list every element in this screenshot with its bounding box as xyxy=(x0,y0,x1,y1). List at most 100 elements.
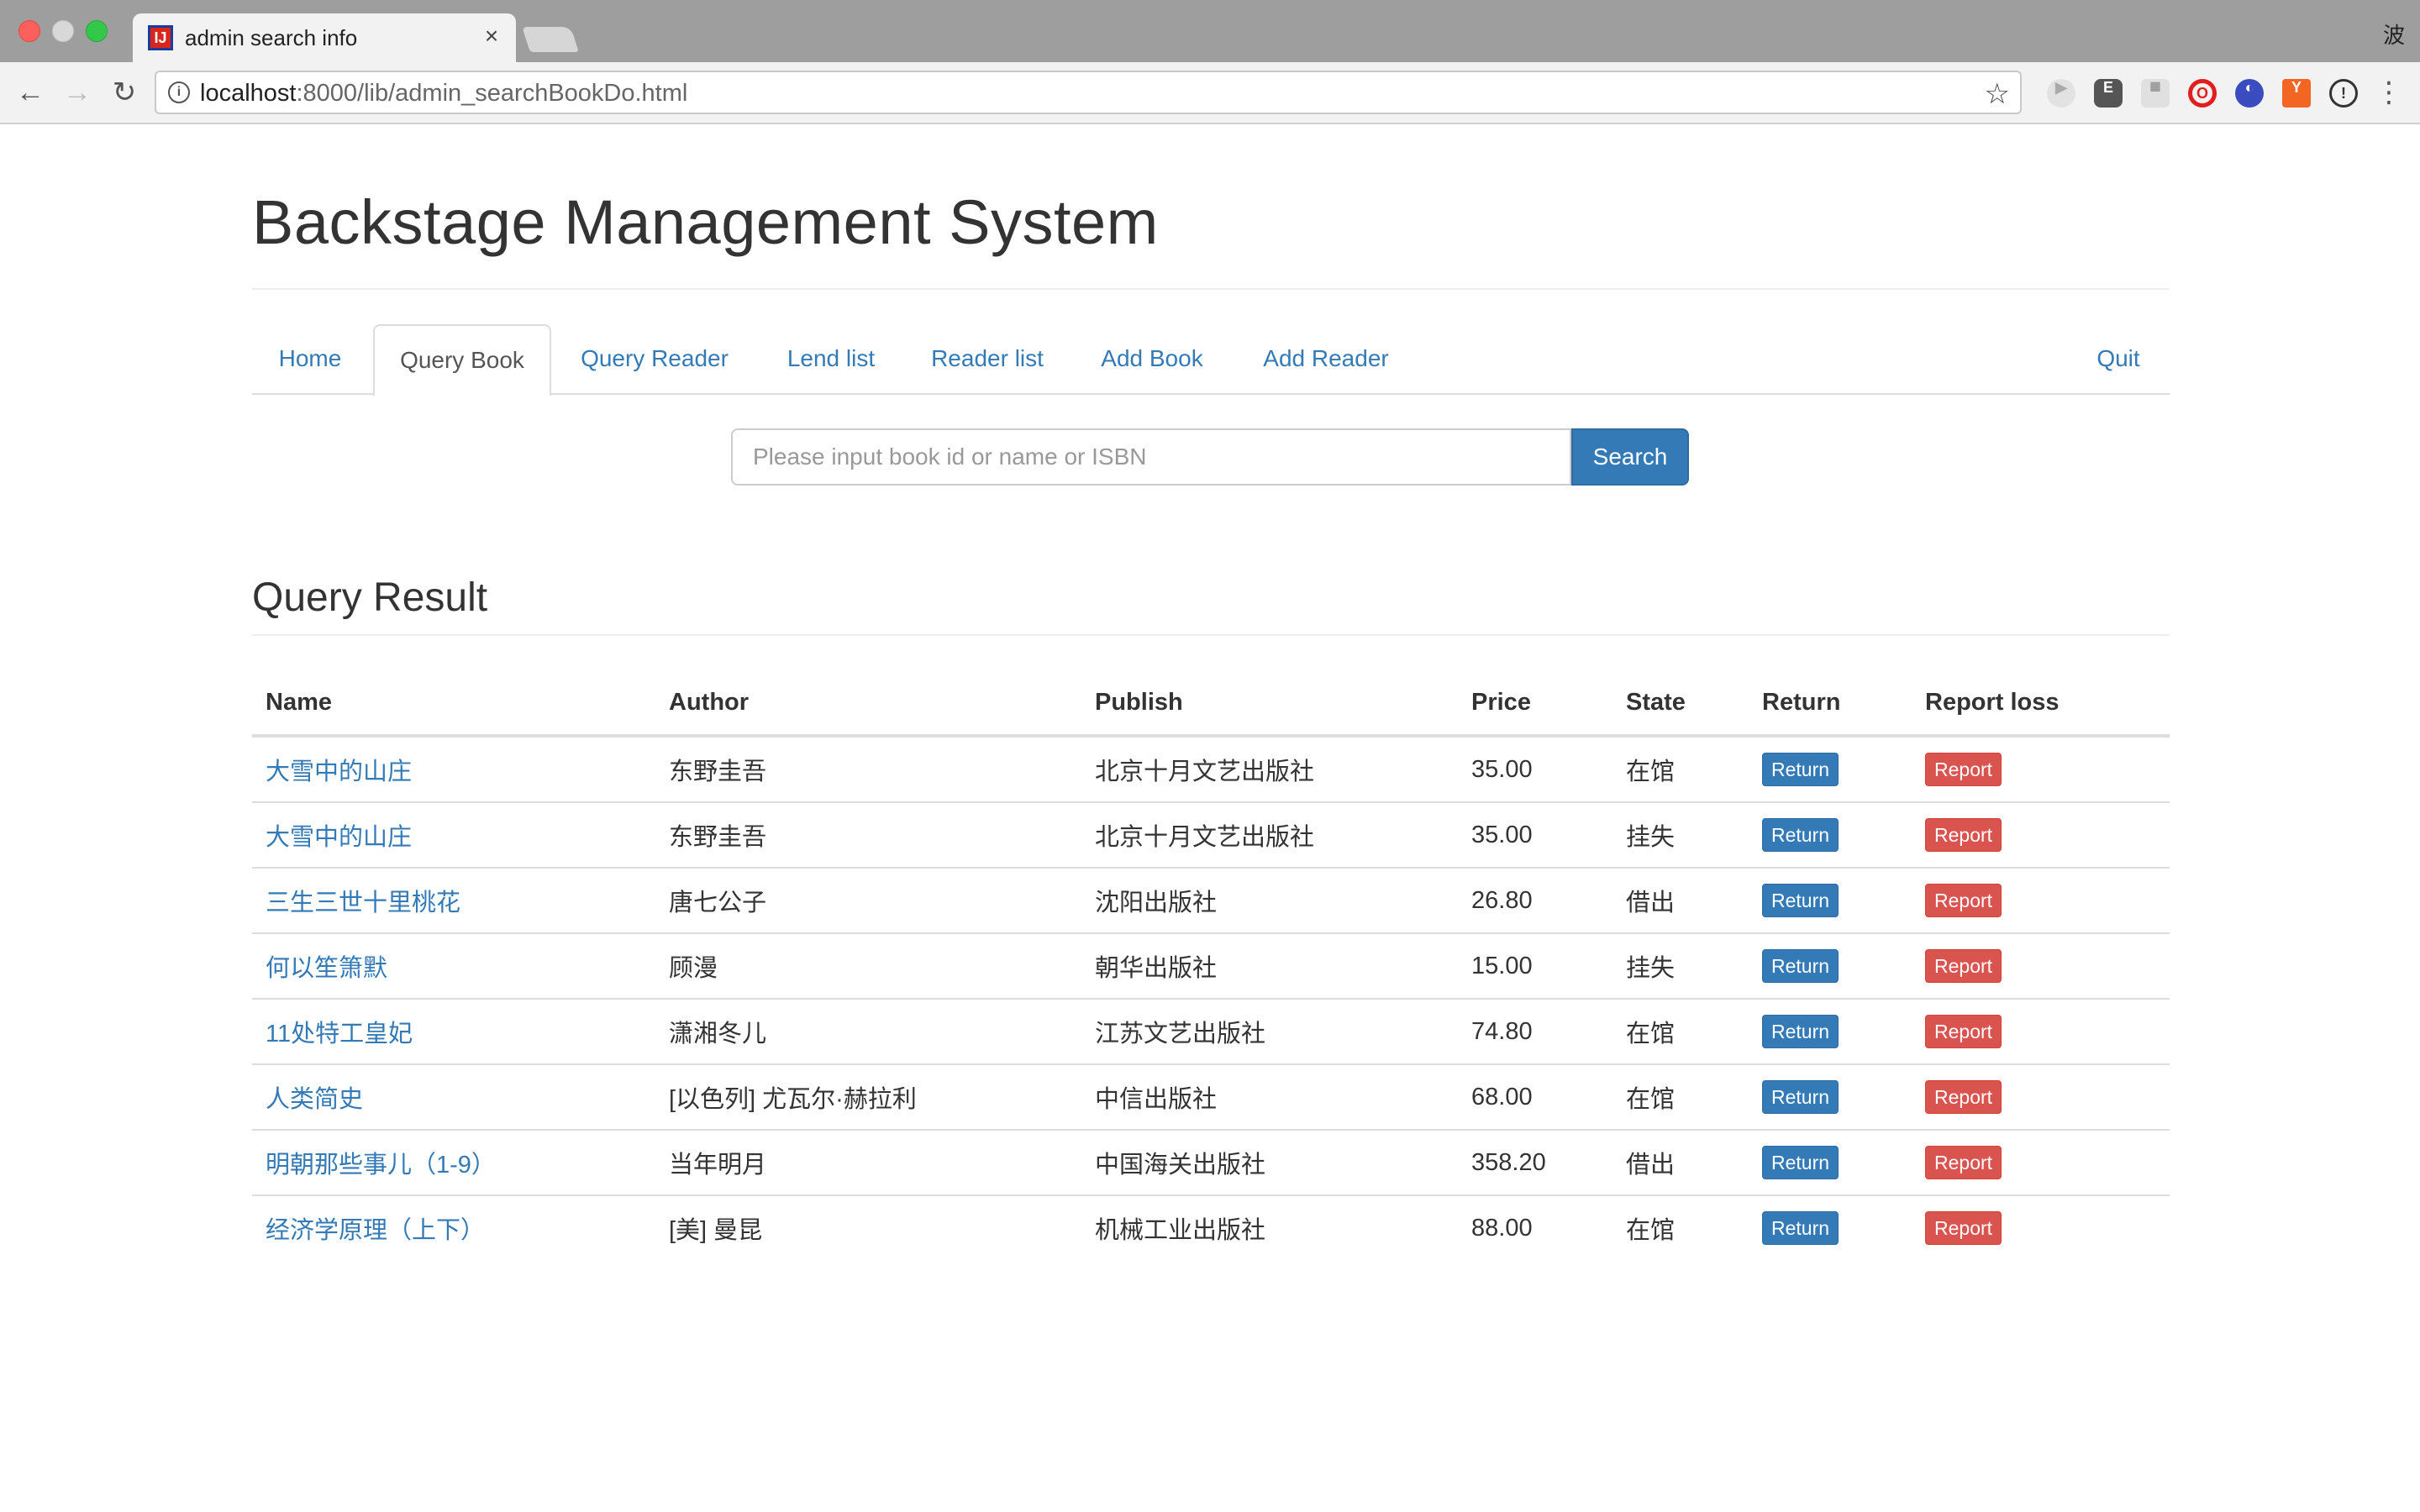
tab-query-book[interactable]: Query Book xyxy=(373,324,551,396)
report-button[interactable]: Report xyxy=(1925,1211,2002,1245)
return-button[interactable]: Return xyxy=(1762,1146,1839,1179)
report-button[interactable]: Report xyxy=(1925,884,2002,917)
report-button[interactable]: Report xyxy=(1925,818,2002,852)
return-cell: Return xyxy=(1749,932,1912,999)
report-button[interactable]: Report xyxy=(1925,753,2002,786)
book-publisher: 中信出版社 xyxy=(1081,1063,1458,1130)
table-row: 人类简史 [以色列] 尤瓦尔·赫拉利 中信出版社 68.00 在馆 Return… xyxy=(252,1063,2170,1130)
tab-add-reader[interactable]: Add Reader xyxy=(1234,324,1418,395)
window-minimize-button[interactable] xyxy=(52,20,74,42)
reload-icon[interactable]: ↻ xyxy=(106,74,143,111)
book-state: 在馆 xyxy=(1612,1194,1749,1260)
book-publisher: 中国海关出版社 xyxy=(1081,1129,1458,1195)
column-header-state: State xyxy=(1612,670,1749,738)
section-title: Query Result xyxy=(252,575,488,620)
extension-opera-icon[interactable]: O xyxy=(2188,79,2217,108)
column-header-price: Price xyxy=(1458,670,1612,738)
url-text[interactable]: localhost:8000/lib/admin_searchBookDo.ht… xyxy=(200,80,687,108)
book-price: 15.00 xyxy=(1458,932,1612,999)
main-nav-tabs: Home Query Book Query Reader Lend list R… xyxy=(252,324,2170,396)
tab-close-icon[interactable]: × xyxy=(479,24,504,49)
report-cell: Report xyxy=(1912,1063,2170,1130)
return-button[interactable]: Return xyxy=(1762,1015,1839,1048)
book-name-link[interactable]: 经济学原理（上下） xyxy=(252,1194,655,1260)
book-name-link[interactable]: 明朝那些事儿（1-9） xyxy=(252,1129,655,1195)
book-price: 358.20 xyxy=(1458,1129,1612,1195)
tab-home[interactable]: Home xyxy=(252,324,368,395)
tab-add-book[interactable]: Add Book xyxy=(1071,324,1234,395)
search-button[interactable]: Search xyxy=(1571,428,1689,486)
book-name-link[interactable]: 三生三世十里桃花 xyxy=(252,867,655,933)
return-cell: Return xyxy=(1749,735,1912,802)
tab-query-reader[interactable]: Query Reader xyxy=(551,324,758,395)
table-row: 大雪中的山庄 东野圭吾 北京十月文艺出版社 35.00 挂失 Return Re… xyxy=(252,801,2170,868)
extension-evernote-icon[interactable]: E xyxy=(2094,79,2123,108)
extension-translate-icon[interactable]: Y xyxy=(2282,79,2311,108)
browser-toolbar: ← → ↻ i localhost:8000/lib/admin_searchB… xyxy=(0,62,2420,124)
extension-circle-icon[interactable]: ◐ xyxy=(2235,79,2264,108)
results-table: Name Author Publish Price State Return R… xyxy=(252,670,2170,1260)
report-button[interactable]: Report xyxy=(1925,1080,2002,1114)
book-price: 35.00 xyxy=(1458,801,1612,868)
extension-grid-icon[interactable]: ▦ xyxy=(2141,79,2170,108)
report-button[interactable]: Report xyxy=(1925,949,2002,983)
window-close-button[interactable] xyxy=(18,20,40,42)
tab-reader-list[interactable]: Reader list xyxy=(904,324,1071,395)
menu-icon[interactable]: ⋮ xyxy=(2375,76,2403,109)
book-author: 潇湘冬儿 xyxy=(655,998,1081,1064)
page-title: Backstage Management System xyxy=(252,187,1159,257)
book-state: 在馆 xyxy=(1612,735,1749,802)
book-author: 东野圭吾 xyxy=(655,735,1081,802)
search-input[interactable] xyxy=(731,428,1571,486)
book-author: 顾漫 xyxy=(655,932,1081,999)
column-header-report-loss: Report loss xyxy=(1912,670,2170,738)
return-button[interactable]: Return xyxy=(1762,1211,1839,1245)
report-cell: Report xyxy=(1912,735,2170,802)
book-name-link[interactable]: 何以笙箫默 xyxy=(252,932,655,999)
return-cell: Return xyxy=(1749,801,1912,868)
column-header-author: Author xyxy=(655,670,1081,738)
browser-tab[interactable]: IJ admin search info × xyxy=(133,13,516,62)
forward-icon[interactable]: → xyxy=(59,74,96,111)
info-icon[interactable]: i xyxy=(168,81,190,103)
return-button[interactable]: Return xyxy=(1762,884,1839,917)
tab-title: admin search info xyxy=(185,25,358,50)
book-state: 挂失 xyxy=(1612,801,1749,868)
new-tab-button[interactable] xyxy=(522,27,579,52)
profile-button[interactable]: 波 xyxy=(2383,18,2405,50)
table-row: 大雪中的山庄 东野圭吾 北京十月文艺出版社 35.00 在馆 Return Re… xyxy=(252,735,2170,802)
url-path: :8000/lib/admin_searchBookDo.html xyxy=(296,80,688,107)
return-cell: Return xyxy=(1749,1063,1912,1130)
report-cell: Report xyxy=(1912,801,2170,868)
book-name-link[interactable]: 人类简史 xyxy=(252,1063,655,1130)
book-name-link[interactable]: 11处特工皇妃 xyxy=(252,998,655,1064)
bookmark-star-icon[interactable]: ☆ xyxy=(1985,77,2010,111)
window-maximize-button[interactable] xyxy=(86,20,108,42)
quit-link[interactable]: Quit xyxy=(2067,324,2170,395)
extension-play-icon[interactable]: ▶ xyxy=(2047,79,2075,108)
table-row: 11处特工皇妃 潇湘冬儿 江苏文艺出版社 74.80 在馆 Return Rep… xyxy=(252,998,2170,1064)
book-state: 在馆 xyxy=(1612,1063,1749,1130)
table-row: 三生三世十里桃花 唐七公子 沈阳出版社 26.80 借出 Return Repo… xyxy=(252,867,2170,933)
return-button[interactable]: Return xyxy=(1762,949,1839,983)
book-name-link[interactable]: 大雪中的山庄 xyxy=(252,801,655,868)
return-button[interactable]: Return xyxy=(1762,753,1839,786)
book-publisher: 机械工业出版社 xyxy=(1081,1194,1458,1260)
url-host: localhost xyxy=(200,80,297,107)
back-icon[interactable]: ← xyxy=(12,74,49,111)
book-price: 26.80 xyxy=(1458,867,1612,933)
return-button[interactable]: Return xyxy=(1762,1080,1839,1114)
book-author: [美] 曼昆 xyxy=(655,1194,1081,1260)
return-cell: Return xyxy=(1749,867,1912,933)
report-button[interactable]: Report xyxy=(1925,1146,2002,1179)
return-cell: Return xyxy=(1749,1194,1912,1260)
tab-lend-list[interactable]: Lend list xyxy=(758,324,904,395)
table-row: 明朝那些事儿（1-9） 当年明月 中国海关出版社 358.20 借出 Retur… xyxy=(252,1129,2170,1195)
return-button[interactable]: Return xyxy=(1762,818,1839,852)
book-name-link[interactable]: 大雪中的山庄 xyxy=(252,735,655,802)
address-bar[interactable]: i localhost:8000/lib/admin_searchBookDo.… xyxy=(155,71,2022,114)
divider xyxy=(252,634,2170,636)
book-author: 东野圭吾 xyxy=(655,801,1081,868)
report-button[interactable]: Report xyxy=(1925,1015,2002,1048)
extension-1password-icon[interactable]: ! xyxy=(2329,79,2358,108)
